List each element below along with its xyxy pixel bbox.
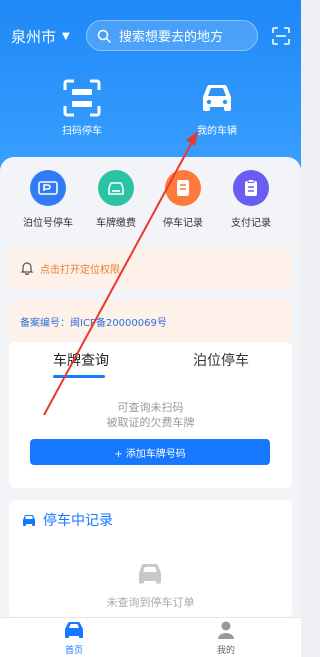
nav-mine-label: 我的 [216,646,235,656]
my-vehicles-button[interactable]: 我的车辆 [177,74,257,137]
plate-payment-label: 车牌缴费 [96,218,136,229]
city-selector[interactable]: 泉州市 ▼ [11,26,70,47]
search-placeholder: 搜索想要去的地方 [119,30,224,45]
query-tabs: 车牌查询 泊位停车 [9,350,292,378]
tab-berth-parking[interactable]: 泊位停车 [193,350,249,370]
berth-parking-label: 泊位号停车 [23,218,73,229]
location-permission-text: 点击打开定位权限 [40,264,120,276]
city-label: 泉州市 [11,28,57,46]
payment-records-button[interactable]: 支付记录 [219,170,283,229]
car-home-icon [65,621,83,638]
search-input[interactable]: 搜索想要去的地方 [86,20,258,51]
icp-text: 备案编号：闽ICP备20000069号 [20,317,167,329]
parking-records-card: 停车中记录 未查询到停车订单 [9,500,292,617]
nav-mine[interactable]: 我的 [196,620,256,656]
header-banner: 泉州市 ▼ 搜索想要去的地方 扫码停车 我的车辆 [0,0,301,175]
car-icon [23,515,35,526]
scan-parking-button[interactable]: 扫码停车 [42,74,122,137]
parking-records-label: 停车记录 [163,218,203,229]
nav-home[interactable]: 首页 [44,620,104,656]
parking-records-header: 停车中记录 [21,510,113,530]
parking-records-button[interactable]: 停车记录 [151,170,215,229]
query-hint-line2: 被取证的欠费车牌 [106,416,195,429]
car-icon [203,84,231,111]
scan-icon[interactable] [272,27,290,45]
scan-icon [63,79,101,117]
my-vehicles-label: 我的车辆 [197,126,237,137]
parking-ticket-icon [30,170,66,206]
user-icon [218,621,234,639]
empty-state-text: 未查询到停车订单 [106,596,195,609]
plate-payment-button[interactable]: 车牌缴费 [84,170,148,229]
search-icon [97,29,111,43]
empty-car-icon [139,563,161,584]
scan-parking-label: 扫码停车 [62,126,102,137]
location-permission-notice[interactable]: 点击打开定位权限 [9,247,292,289]
add-plate-button[interactable]: + 添加车牌号码 [30,439,270,465]
query-hint: 可查询未扫码 被取证的欠费车牌 [9,400,292,430]
bell-icon [20,262,34,275]
tab-plate-query[interactable]: 车牌查询 [53,350,109,370]
query-hint-line1: 可查询未扫码 [117,401,184,414]
chevron-down-icon: ▼ [62,31,70,42]
receipt-icon [233,170,269,206]
icp-notice: 备案编号：闽ICP备20000069号 [9,300,292,342]
parking-records-title: 停车中记录 [43,513,113,529]
payment-records-label: 支付记录 [231,218,271,229]
bottom-nav: 首页 我的 [0,617,301,657]
berth-parking-button[interactable]: 泊位号停车 [16,170,80,229]
document-icon [165,170,201,206]
car-pay-icon [98,170,134,206]
nav-home-label: 首页 [64,646,83,656]
plate-query-card: 车牌查询 泊位停车 可查询未扫码 被取证的欠费车牌 + 添加车牌号码 [9,342,292,488]
active-tab-indicator [53,375,105,378]
